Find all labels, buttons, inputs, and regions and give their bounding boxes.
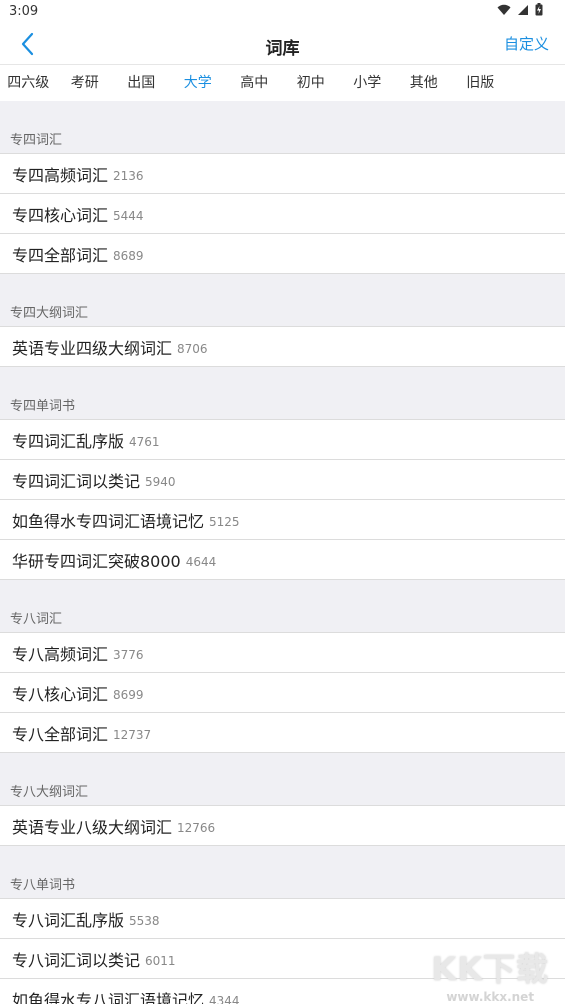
page-title: 词库 bbox=[265, 39, 300, 59]
tab-item[interactable]: 初中 bbox=[283, 65, 340, 102]
section-header: 专四大纲词汇 bbox=[0, 301, 565, 327]
tab-item[interactable]: 高中 bbox=[226, 65, 283, 102]
wifi-icon bbox=[497, 4, 511, 15]
wordbook-name: 专四核心词汇 bbox=[12, 205, 109, 225]
section-spacer bbox=[0, 101, 565, 128]
section-header: 专八单词书 bbox=[0, 873, 565, 899]
wordbook-name: 华研专四词汇突破8000 bbox=[12, 551, 181, 571]
status-bar: 3:09 bbox=[0, 0, 565, 24]
wordbook-row[interactable]: 华研专四词汇突破8000 4644 bbox=[0, 540, 565, 580]
wordbook-name: 专八词汇词以类记 bbox=[12, 950, 141, 970]
tab-item[interactable]: 旧版 bbox=[452, 65, 509, 102]
wordbook-row[interactable]: 英语专业四级大纲词汇 8706 bbox=[0, 327, 565, 367]
tab-item[interactable]: 出国 bbox=[113, 65, 170, 102]
word-count: 5125 bbox=[209, 515, 240, 529]
wordbook-row[interactable]: 专八词汇乱序版 5538 bbox=[0, 899, 565, 939]
wordbook-name: 如鱼得水专四词汇语境记忆 bbox=[12, 511, 205, 531]
wordbook-row[interactable]: 专八全部词汇 12737 bbox=[0, 713, 565, 753]
word-count: 2136 bbox=[113, 169, 144, 183]
watermark-url: www.kkx.net bbox=[446, 990, 535, 1004]
wordbook-list: 专四词汇专四高频词汇 2136 专四核心词汇 5444 专四全部词汇 8689 专四大纲词汇… bbox=[0, 101, 565, 1004]
wordbook-row[interactable]: 专四高频词汇 2136 bbox=[0, 154, 565, 194]
wordbook-name: 专八全部词汇 bbox=[12, 724, 109, 744]
wordbook-name: 专四高频词汇 bbox=[12, 165, 109, 185]
word-count: 4761 bbox=[129, 435, 160, 449]
custom-button[interactable]: 自定义 bbox=[504, 33, 549, 54]
word-count: 5940 bbox=[145, 475, 176, 489]
section-spacer bbox=[0, 753, 565, 780]
watermark-logo: KK下载 www.kkx.net bbox=[431, 944, 549, 1004]
wordbook-name: 专八高频词汇 bbox=[12, 644, 109, 664]
watermark-logo-text: KK下载 bbox=[431, 950, 549, 988]
category-tabs: 四六级 考研 出国 大学 高中 初中 小学 其他 旧版 bbox=[0, 64, 565, 103]
word-count: 12737 bbox=[113, 728, 152, 742]
section-header: 专四词汇 bbox=[0, 128, 565, 154]
wordbook-row[interactable]: 专八核心词汇 8699 bbox=[0, 673, 565, 713]
tab-item[interactable]: 大学 bbox=[169, 65, 227, 103]
word-count: 8699 bbox=[113, 688, 144, 702]
status-icons bbox=[497, 3, 543, 16]
wordbook-row[interactable]: 如鱼得水专四词汇语境记忆 5125 bbox=[0, 500, 565, 540]
section-spacer bbox=[0, 846, 565, 873]
section-spacer bbox=[0, 580, 565, 607]
word-count: 4344 bbox=[209, 994, 240, 1004]
wordbook-row[interactable]: 专四词汇乱序版 4761 bbox=[0, 420, 565, 460]
status-time: 3:09 bbox=[9, 4, 39, 19]
tab-item[interactable]: 其他 bbox=[396, 65, 453, 102]
wordbook-name: 专八词汇乱序版 bbox=[12, 910, 125, 930]
wordbook-row[interactable]: 专四核心词汇 5444 bbox=[0, 194, 565, 234]
wordbook-name: 专八核心词汇 bbox=[12, 684, 109, 704]
section-header: 专八大纲词汇 bbox=[0, 780, 565, 806]
word-count: 3776 bbox=[113, 648, 144, 662]
wordbook-name: 专四全部词汇 bbox=[12, 245, 109, 265]
section-spacer bbox=[0, 367, 565, 394]
wordbook-name: 专四词汇词以类记 bbox=[12, 471, 141, 491]
wordbook-row[interactable]: 专八高频词汇 3776 bbox=[0, 633, 565, 673]
word-count: 4644 bbox=[185, 555, 217, 569]
word-count: 8689 bbox=[113, 249, 144, 263]
signal-icon bbox=[518, 4, 528, 15]
section-header: 专四单词书 bbox=[0, 394, 565, 420]
section-header: 专八词汇 bbox=[0, 607, 565, 633]
word-count: 5444 bbox=[113, 209, 144, 223]
word-count: 12766 bbox=[177, 821, 216, 835]
wordbook-name: 英语专业八级大纲词汇 bbox=[12, 817, 173, 837]
word-count: 5538 bbox=[129, 914, 160, 928]
tab-item[interactable]: 考研 bbox=[57, 65, 114, 102]
section-spacer bbox=[0, 274, 565, 301]
word-count: 8706 bbox=[177, 342, 208, 356]
wordbook-row[interactable]: 专四全部词汇 8689 bbox=[0, 234, 565, 274]
wordbook-row[interactable]: 英语专业八级大纲词汇 12766 bbox=[0, 806, 565, 846]
wordbook-name: 如鱼得水专八词汇语境记忆 bbox=[12, 990, 205, 1004]
wordbook-name: 专四词汇乱序版 bbox=[12, 431, 125, 451]
wordbook-name: 英语专业四级大纲词汇 bbox=[12, 338, 173, 358]
nav-bar: 词库 自定义 bbox=[0, 24, 565, 64]
tab-item[interactable]: 小学 bbox=[339, 65, 396, 102]
wordbook-row[interactable]: 专四词汇词以类记 5940 bbox=[0, 460, 565, 500]
word-count: 6011 bbox=[145, 954, 176, 968]
battery-icon bbox=[535, 3, 543, 16]
tab-item[interactable]: 四六级 bbox=[0, 65, 57, 102]
